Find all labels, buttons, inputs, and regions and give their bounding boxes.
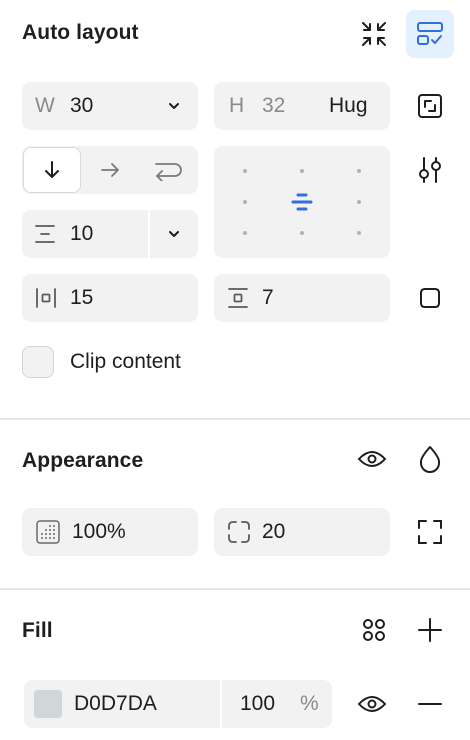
align-top-center[interactable] bbox=[300, 169, 304, 173]
gap-field[interactable]: 10 bbox=[22, 210, 198, 258]
align-top-left[interactable] bbox=[243, 169, 247, 173]
independent-corners-button[interactable] bbox=[406, 508, 454, 556]
vertical-padding-icon bbox=[228, 288, 248, 308]
fill-color-swatch[interactable] bbox=[34, 690, 62, 718]
appearance-title: Appearance bbox=[22, 449, 144, 472]
eye-icon bbox=[357, 696, 387, 712]
fill-opacity-field[interactable]: 100 % bbox=[222, 680, 332, 728]
direction-segmented-control bbox=[22, 146, 198, 194]
layout-guidelines-button[interactable] bbox=[406, 10, 454, 58]
clip-content-label: Clip content bbox=[70, 350, 181, 373]
auto-layout-title: Auto layout bbox=[22, 21, 139, 44]
individual-padding-button[interactable] bbox=[406, 274, 454, 322]
corner-radius-field[interactable]: 20 bbox=[214, 508, 390, 556]
corners-icon bbox=[418, 520, 442, 544]
gap-divider bbox=[148, 210, 150, 258]
padding-sides-icon bbox=[420, 288, 440, 308]
opacity-field[interactable]: 100% bbox=[22, 508, 198, 556]
fill-opacity-value[interactable]: 100 bbox=[240, 692, 275, 716]
fill-styles-button[interactable] bbox=[350, 606, 398, 654]
direction-vertical-button[interactable] bbox=[23, 147, 81, 193]
clip-content-checkbox[interactable] bbox=[22, 346, 54, 378]
chevron-down-icon[interactable] bbox=[167, 99, 181, 113]
resize-to-fit-button[interactable] bbox=[406, 82, 454, 130]
height-label: H bbox=[229, 94, 245, 117]
corner-radius-value[interactable]: 20 bbox=[262, 520, 285, 544]
drop-icon bbox=[419, 446, 441, 473]
layout-check-icon bbox=[417, 22, 443, 45]
section-divider bbox=[0, 588, 470, 590]
width-field[interactable]: W 30 bbox=[22, 82, 198, 130]
alignment-grid[interactable] bbox=[214, 146, 390, 258]
opacity-value[interactable]: 100% bbox=[72, 520, 126, 544]
fill-visibility-button[interactable] bbox=[348, 680, 396, 728]
add-fill-button[interactable] bbox=[406, 606, 454, 654]
styles-grid-icon bbox=[363, 619, 385, 641]
collapse-arrows-icon bbox=[362, 22, 386, 46]
height-mode[interactable]: Hug bbox=[329, 94, 368, 118]
resize-fit-icon bbox=[418, 94, 442, 118]
minus-icon bbox=[418, 703, 442, 705]
vertical-padding-value[interactable]: 7 bbox=[262, 286, 274, 310]
align-bottom-right[interactable] bbox=[357, 231, 361, 235]
horizontal-padding-value[interactable]: 15 bbox=[70, 286, 93, 310]
corner-radius-icon bbox=[228, 521, 250, 543]
blend-mode-button[interactable] bbox=[406, 435, 454, 483]
gap-value[interactable]: 10 bbox=[70, 222, 93, 246]
horizontal-padding-field[interactable]: 15 bbox=[22, 274, 198, 322]
collapse-layout-button[interactable] bbox=[350, 10, 398, 58]
sliders-icon bbox=[419, 157, 441, 183]
align-bottom-left[interactable] bbox=[243, 231, 247, 235]
layout-settings-button[interactable] bbox=[406, 146, 454, 194]
remove-fill-button[interactable] bbox=[406, 680, 454, 728]
opacity-icon bbox=[36, 520, 60, 544]
width-value[interactable]: 30 bbox=[70, 94, 93, 118]
align-top-right[interactable] bbox=[357, 169, 361, 173]
fill-color-field[interactable]: D0D7DA bbox=[24, 680, 220, 728]
plus-icon bbox=[418, 618, 442, 642]
arrow-down-icon bbox=[45, 161, 59, 178]
wrap-arrow-icon bbox=[155, 163, 182, 181]
toggle-visibility-button[interactable] bbox=[348, 435, 396, 483]
horizontal-padding-icon bbox=[36, 288, 56, 308]
align-middle-left[interactable] bbox=[243, 200, 247, 204]
fill-title: Fill bbox=[22, 619, 53, 642]
align-center-active-icon[interactable] bbox=[290, 192, 314, 212]
height-value[interactable]: 32 bbox=[262, 94, 285, 118]
fill-color-hex[interactable]: D0D7DA bbox=[74, 692, 157, 716]
vertical-padding-field[interactable]: 7 bbox=[214, 274, 390, 322]
height-field[interactable]: H 32 Hug bbox=[214, 82, 390, 130]
vertical-gap-icon bbox=[35, 225, 55, 243]
align-bottom-center[interactable] bbox=[300, 231, 304, 235]
width-label: W bbox=[35, 94, 55, 117]
align-middle-right[interactable] bbox=[357, 200, 361, 204]
section-divider bbox=[0, 418, 470, 420]
fill-opacity-unit: % bbox=[300, 692, 319, 715]
arrow-right-icon bbox=[101, 163, 119, 177]
eye-icon bbox=[357, 451, 387, 467]
direction-wrap-button[interactable] bbox=[139, 146, 197, 194]
chevron-down-icon[interactable] bbox=[167, 227, 181, 241]
direction-horizontal-button[interactable] bbox=[81, 146, 139, 194]
